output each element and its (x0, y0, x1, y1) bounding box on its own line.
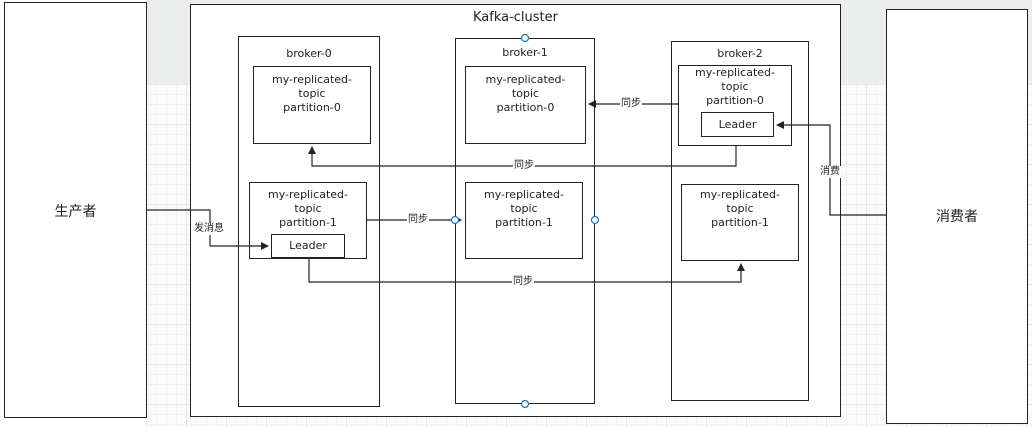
edge-label-send: 发消息 (193, 223, 225, 235)
connector-point[interactable] (450, 215, 460, 225)
edge-layer (147, 33, 886, 409)
connector-point[interactable] (520, 399, 530, 409)
edge-label-sync-b2-b1: 同步 (620, 98, 642, 110)
edge-label-sync-b2-b0: 同步 (513, 160, 535, 172)
connector-point[interactable] (590, 215, 600, 225)
connector-point[interactable] (520, 33, 530, 43)
edge-label-sync-b0-b2: 同步 (512, 276, 534, 288)
edge-label-consume: 消费 (819, 166, 841, 178)
edge-label-sync-b0-b1: 同步 (407, 214, 429, 226)
